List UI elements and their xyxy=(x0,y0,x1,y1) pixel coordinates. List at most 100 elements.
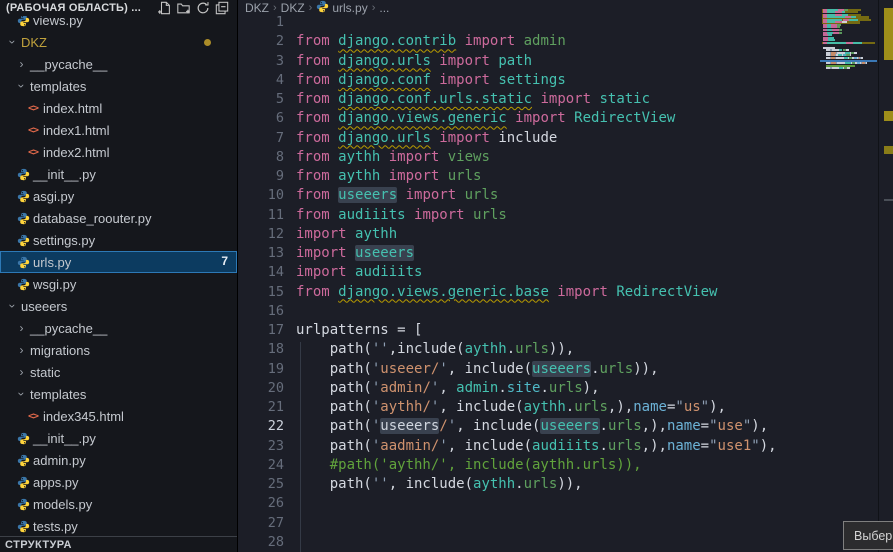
line-number[interactable]: 17 xyxy=(239,321,284,340)
code-line-22[interactable]: path('useeers/', include(useeers.urls,),… xyxy=(296,417,820,436)
outline-section-header[interactable]: СТРУКТУРА xyxy=(0,536,237,552)
line-number[interactable]: 8 xyxy=(239,148,284,167)
tree-item-tests.py[interactable]: tests.py xyxy=(0,515,237,537)
code-line-4[interactable]: from django.conf import settings xyxy=(296,71,820,90)
line-number[interactable]: 16 xyxy=(239,302,284,321)
line-number[interactable]: 22 xyxy=(239,417,284,436)
tree-item-urls.py[interactable]: urls.py7 xyxy=(0,251,237,273)
code-line-23[interactable]: path('aadmin/', include(audiiits.urls,),… xyxy=(296,437,820,456)
tree-item-admin.py[interactable]: admin.py xyxy=(0,449,237,471)
code-line-10[interactable]: from useeers import urls xyxy=(296,186,820,205)
code-line-17[interactable]: urlpatterns = [ xyxy=(296,321,820,340)
tree-item-DKZ[interactable]: ›DKZ xyxy=(0,31,237,53)
code-line-21[interactable]: path('aythh/', include(aythh.urls,),name… xyxy=(296,398,820,417)
line-number[interactable]: 5 xyxy=(239,90,284,109)
code-line-15[interactable]: from django.views.generic.base import Re… xyxy=(296,283,820,302)
tree-item-migrations[interactable]: ›migrations xyxy=(0,339,237,361)
tree-item-templates[interactable]: ›templates xyxy=(0,383,237,405)
code-line-19[interactable]: path('useeer/', include(useeers.urls)), xyxy=(296,360,820,379)
tree-item-templates[interactable]: ›templates xyxy=(0,75,237,97)
code-line-27[interactable] xyxy=(296,514,820,533)
minimap[interactable] xyxy=(820,6,877,206)
line-number[interactable]: 6 xyxy=(239,109,284,128)
code-token: useeers xyxy=(532,361,591,377)
code-token: " xyxy=(701,399,709,415)
line-number[interactable]: 15 xyxy=(239,283,284,302)
tree-item-index.html[interactable]: <>index.html xyxy=(0,97,237,119)
line-number[interactable]: 11 xyxy=(239,206,284,225)
tree-item-index345.html[interactable]: <>index345.html xyxy=(0,405,237,427)
code-line-14[interactable]: import audiiits xyxy=(296,263,820,282)
tree-item-wsgi.py[interactable]: wsgi.py xyxy=(0,273,237,295)
line-number[interactable]: 3 xyxy=(239,52,284,71)
code-line-26[interactable] xyxy=(296,494,820,513)
line-number[interactable]: 9 xyxy=(239,167,284,186)
line-number[interactable]: 21 xyxy=(239,398,284,417)
chevron-right-icon: › xyxy=(15,343,28,357)
line-number[interactable]: 26 xyxy=(239,494,284,513)
tree-item-useeers[interactable]: ›useeers xyxy=(0,295,237,317)
code-line-3[interactable]: from django.urls import path xyxy=(296,52,820,71)
chevron-right-icon: › xyxy=(15,321,28,335)
code-line-6[interactable]: from django.views.generic import Redirec… xyxy=(296,109,820,128)
tree-item-index2.html[interactable]: <>index2.html xyxy=(0,141,237,163)
code-token: . xyxy=(515,476,523,492)
code-line-16[interactable] xyxy=(296,302,820,321)
workspace-title: (РАБОЧАЯ ОБЛАСТЬ) ... xyxy=(6,2,155,14)
code-line-24[interactable]: #path('aythh/', include(aythh.urls)), xyxy=(296,456,820,475)
tree-item-asgi.py[interactable]: asgi.py xyxy=(0,185,237,207)
line-number[interactable]: 12 xyxy=(239,225,284,244)
code-line-13[interactable]: import useeers xyxy=(296,244,820,263)
tree-item-index1.html[interactable]: <>index1.html xyxy=(0,119,237,141)
code-token: use1 xyxy=(718,438,752,454)
line-number[interactable]: 4 xyxy=(239,71,284,90)
tree-item-static[interactable]: ›static xyxy=(0,361,237,383)
new-file-icon[interactable] xyxy=(155,1,174,16)
code-line-11[interactable]: from audiiits import urls xyxy=(296,206,820,225)
line-number[interactable]: 23 xyxy=(239,437,284,456)
code-line-7[interactable]: from django.urls import include xyxy=(296,129,820,148)
line-number[interactable]: 24 xyxy=(239,456,284,475)
line-number[interactable]: 7 xyxy=(239,129,284,148)
code-token: " xyxy=(675,399,683,415)
code-line-8[interactable]: from aythh import views xyxy=(296,148,820,167)
line-number[interactable]: 1 xyxy=(239,13,284,32)
line-number[interactable]: 10 xyxy=(239,186,284,205)
tree-item-__pycache__[interactable]: ›__pycache__ xyxy=(0,317,237,339)
code-line-28[interactable] xyxy=(296,533,820,552)
editor-pane: DKZ›DKZ›urls.py›... 12345678910111213141… xyxy=(239,0,893,552)
code-token: audiiits xyxy=(532,438,599,454)
line-number[interactable]: 14 xyxy=(239,263,284,282)
code-line-20[interactable]: path('admin/', admin.site.urls), xyxy=(296,379,820,398)
code-line-25[interactable]: path('', include(aythh.urls)), xyxy=(296,475,820,494)
tree-item-__pycache__[interactable]: ›__pycache__ xyxy=(0,53,237,75)
code-token: , include( xyxy=(389,476,473,492)
python-file-icon xyxy=(15,476,31,489)
code-line-5[interactable]: from django.conf.urls.static import stat… xyxy=(296,90,820,109)
line-number[interactable]: 19 xyxy=(239,360,284,379)
code-line-12[interactable]: import aythh xyxy=(296,225,820,244)
code-line-9[interactable]: from aythh import urls xyxy=(296,167,820,186)
line-number[interactable]: 27 xyxy=(239,514,284,533)
line-number[interactable]: 18 xyxy=(239,340,284,359)
tree-item-__init__.py[interactable]: __init__.py xyxy=(0,427,237,449)
code-editor[interactable]: from django.contrib import adminfrom dja… xyxy=(296,13,820,552)
new-folder-icon[interactable] xyxy=(174,1,193,16)
collapse-all-icon[interactable] xyxy=(212,1,231,16)
refresh-icon[interactable] xyxy=(193,1,212,16)
tree-item-__init__.py[interactable]: __init__.py xyxy=(0,163,237,185)
line-number[interactable]: 25 xyxy=(239,475,284,494)
line-number[interactable]: 28 xyxy=(239,533,284,552)
tree-item-apps.py[interactable]: apps.py xyxy=(0,471,237,493)
line-number[interactable]: 2 xyxy=(239,32,284,51)
code-token: , include( xyxy=(456,418,540,434)
code-line-1[interactable] xyxy=(296,13,820,32)
tree-item-settings.py[interactable]: settings.py xyxy=(0,229,237,251)
code-line-18[interactable]: path('',include(aythh.urls)), xyxy=(296,340,820,359)
line-number[interactable]: 20 xyxy=(239,379,284,398)
line-number[interactable]: 13 xyxy=(239,244,284,263)
tree-item-database_roouter.py[interactable]: database_roouter.py xyxy=(0,207,237,229)
tree-item-models.py[interactable]: models.py xyxy=(0,493,237,515)
tree-item-label: static xyxy=(30,365,60,380)
code-line-2[interactable]: from django.contrib import admin xyxy=(296,32,820,51)
